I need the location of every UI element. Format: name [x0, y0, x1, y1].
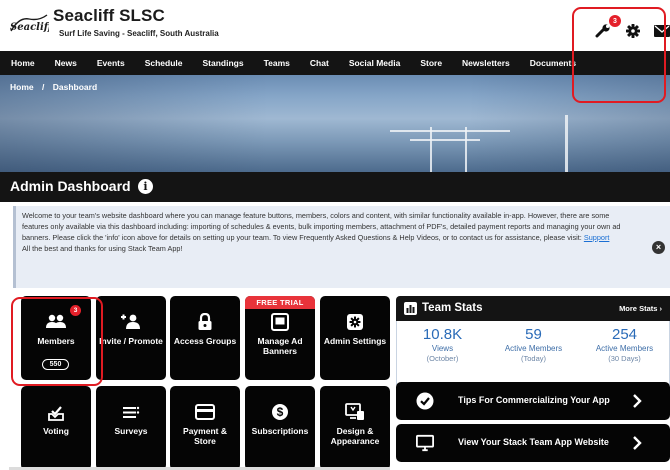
club-logo[interactable]: Seacliff [9, 11, 49, 37]
admin-dashboard-bar: Admin Dashboard i [0, 172, 670, 202]
welcome-text: Welcome to your team's website dashboard… [22, 210, 637, 254]
stat-value: 254 [611, 326, 638, 343]
stat-label: Active Members [595, 344, 654, 353]
tile-subscriptions[interactable]: $ Subscriptions [245, 386, 315, 470]
tile-access-groups[interactable]: Access Groups [170, 296, 240, 380]
breadcrumb-separator: / [42, 82, 45, 92]
tile-label: Invite / Promote [99, 336, 163, 346]
hero-post [565, 115, 568, 172]
team-stats-panel: Team Stats More Stats › 10.8K Views (Oct… [396, 296, 670, 385]
stat-value: 10.8K [422, 326, 463, 343]
stat-period: (October) [426, 354, 459, 363]
tile-label: Voting [43, 426, 69, 436]
nav-item-documents[interactable]: Documents [530, 58, 576, 68]
check-circle-icon [416, 392, 434, 410]
tile-manage-ad-banners[interactable]: FREE TRIAL Manage Ad Banners [245, 296, 315, 380]
design-icon [320, 403, 390, 423]
tile-design-appearance[interactable]: Design & Appearance [320, 386, 390, 470]
stat-label: Views [431, 344, 454, 353]
tile-label: Subscriptions [251, 426, 309, 436]
club-subtitle: Surf Life Saving - Seacliff, South Austr… [59, 29, 219, 38]
action-label: Tips For Commercializing Your App [458, 395, 610, 405]
tools-notification-badge: 3 [609, 15, 621, 27]
nav-item-schedule[interactable]: Schedule [145, 58, 183, 68]
site-header: Seacliff Seacliff SLSC Surf Life Saving … [0, 0, 670, 47]
hero-railing [410, 139, 480, 141]
settings-icon [320, 313, 390, 333]
team-stats-title: Team Stats [422, 302, 483, 314]
gear-icon[interactable] [624, 22, 642, 40]
main-nav: Home News Events Schedule Standings Team… [0, 51, 670, 75]
tile-label: Design & Appearance [330, 426, 380, 446]
nav-item-teams[interactable]: Teams [264, 58, 290, 68]
view-website-button[interactable]: View Your Stack Team App Website [396, 424, 670, 462]
close-icon[interactable]: × [652, 241, 665, 254]
tile-label: Manage Ad Banners [257, 336, 303, 356]
chevron-right-icon [633, 394, 642, 408]
stat-label: Active Members [504, 344, 563, 353]
ad-banner-icon [245, 313, 315, 333]
breadcrumb: Home / Dashboard [10, 82, 103, 92]
dollar-icon: $ [245, 403, 315, 423]
hero-railing [390, 130, 510, 132]
svg-text:$: $ [277, 405, 284, 419]
logo-text: Seacliff [10, 22, 49, 33]
envelope-icon[interactable] [654, 22, 670, 40]
welcome-closing: All the best and thanks for using Stack … [22, 244, 183, 253]
free-trial-ribbon: FREE TRIAL [245, 296, 315, 309]
action-label: View Your Stack Team App Website [458, 437, 609, 447]
hero-post [430, 127, 432, 172]
club-name[interactable]: Seacliff SLSC [53, 6, 165, 26]
tile-label: Access Groups [173, 336, 237, 346]
stat-active-today: 59 Active Members (Today) [488, 326, 579, 364]
bar-chart-icon [404, 302, 417, 315]
nav-item-newsletters[interactable]: Newsletters [462, 58, 510, 68]
stat-period: (30 Days) [608, 354, 641, 363]
more-stats-link[interactable]: More Stats › [619, 304, 662, 313]
stat-period: (Today) [520, 354, 546, 363]
tips-commercializing-button[interactable]: Tips For Commercializing Your App [396, 382, 670, 420]
tile-members[interactable]: 3 Members 550 [21, 296, 91, 380]
tile-voting[interactable]: Voting [21, 386, 91, 470]
tile-label: Members [37, 336, 75, 346]
hero-post [465, 127, 467, 172]
lock-icon [170, 313, 240, 333]
welcome-body: Welcome to your team's website dashboard… [22, 211, 621, 242]
nav-item-home[interactable]: Home [11, 58, 35, 68]
stat-value: 59 [525, 326, 542, 343]
tile-label: Admin Settings [323, 336, 387, 346]
team-stats-header: Team Stats More Stats › [396, 296, 670, 321]
nav-item-social-media[interactable]: Social Media [349, 58, 401, 68]
tile-invite-promote[interactable]: Invite / Promote [96, 296, 166, 380]
more-stats-label: More Stats [619, 304, 658, 313]
card-icon [170, 403, 240, 423]
voting-icon [21, 403, 91, 423]
nav-item-standings[interactable]: Standings [203, 58, 244, 68]
tile-label: Surveys [114, 426, 148, 436]
nav-item-news[interactable]: News [55, 58, 77, 68]
breadcrumb-current: Dashboard [52, 82, 98, 92]
page-title: Admin Dashboard [10, 178, 131, 194]
members-icon [21, 313, 91, 333]
monitor-icon [416, 434, 434, 452]
info-icon[interactable]: i [138, 179, 153, 194]
stat-active-30-days: 254 Active Members (30 Days) [579, 326, 670, 364]
nav-item-chat[interactable]: Chat [310, 58, 329, 68]
tile-surveys[interactable]: Surveys [96, 386, 166, 470]
tile-label: Payment & Store [183, 426, 227, 446]
members-count: 550 [42, 359, 69, 370]
nav-item-store[interactable]: Store [420, 58, 442, 68]
hero-banner-image: Home / Dashboard [0, 75, 670, 172]
tile-payment-store[interactable]: Payment & Store [170, 386, 240, 470]
invite-icon [96, 313, 166, 333]
tile-admin-settings[interactable]: Admin Settings [320, 296, 390, 380]
nav-item-events[interactable]: Events [97, 58, 125, 68]
survey-icon [96, 403, 166, 423]
chevron-right-icon [633, 436, 642, 450]
support-link[interactable]: Support [584, 233, 610, 242]
team-stats-body: 10.8K Views (October) 59 Active Members … [396, 321, 670, 385]
stat-views: 10.8K Views (October) [397, 326, 488, 364]
breadcrumb-home[interactable]: Home [10, 82, 34, 92]
welcome-notice: Welcome to your team's website dashboard… [13, 206, 670, 288]
